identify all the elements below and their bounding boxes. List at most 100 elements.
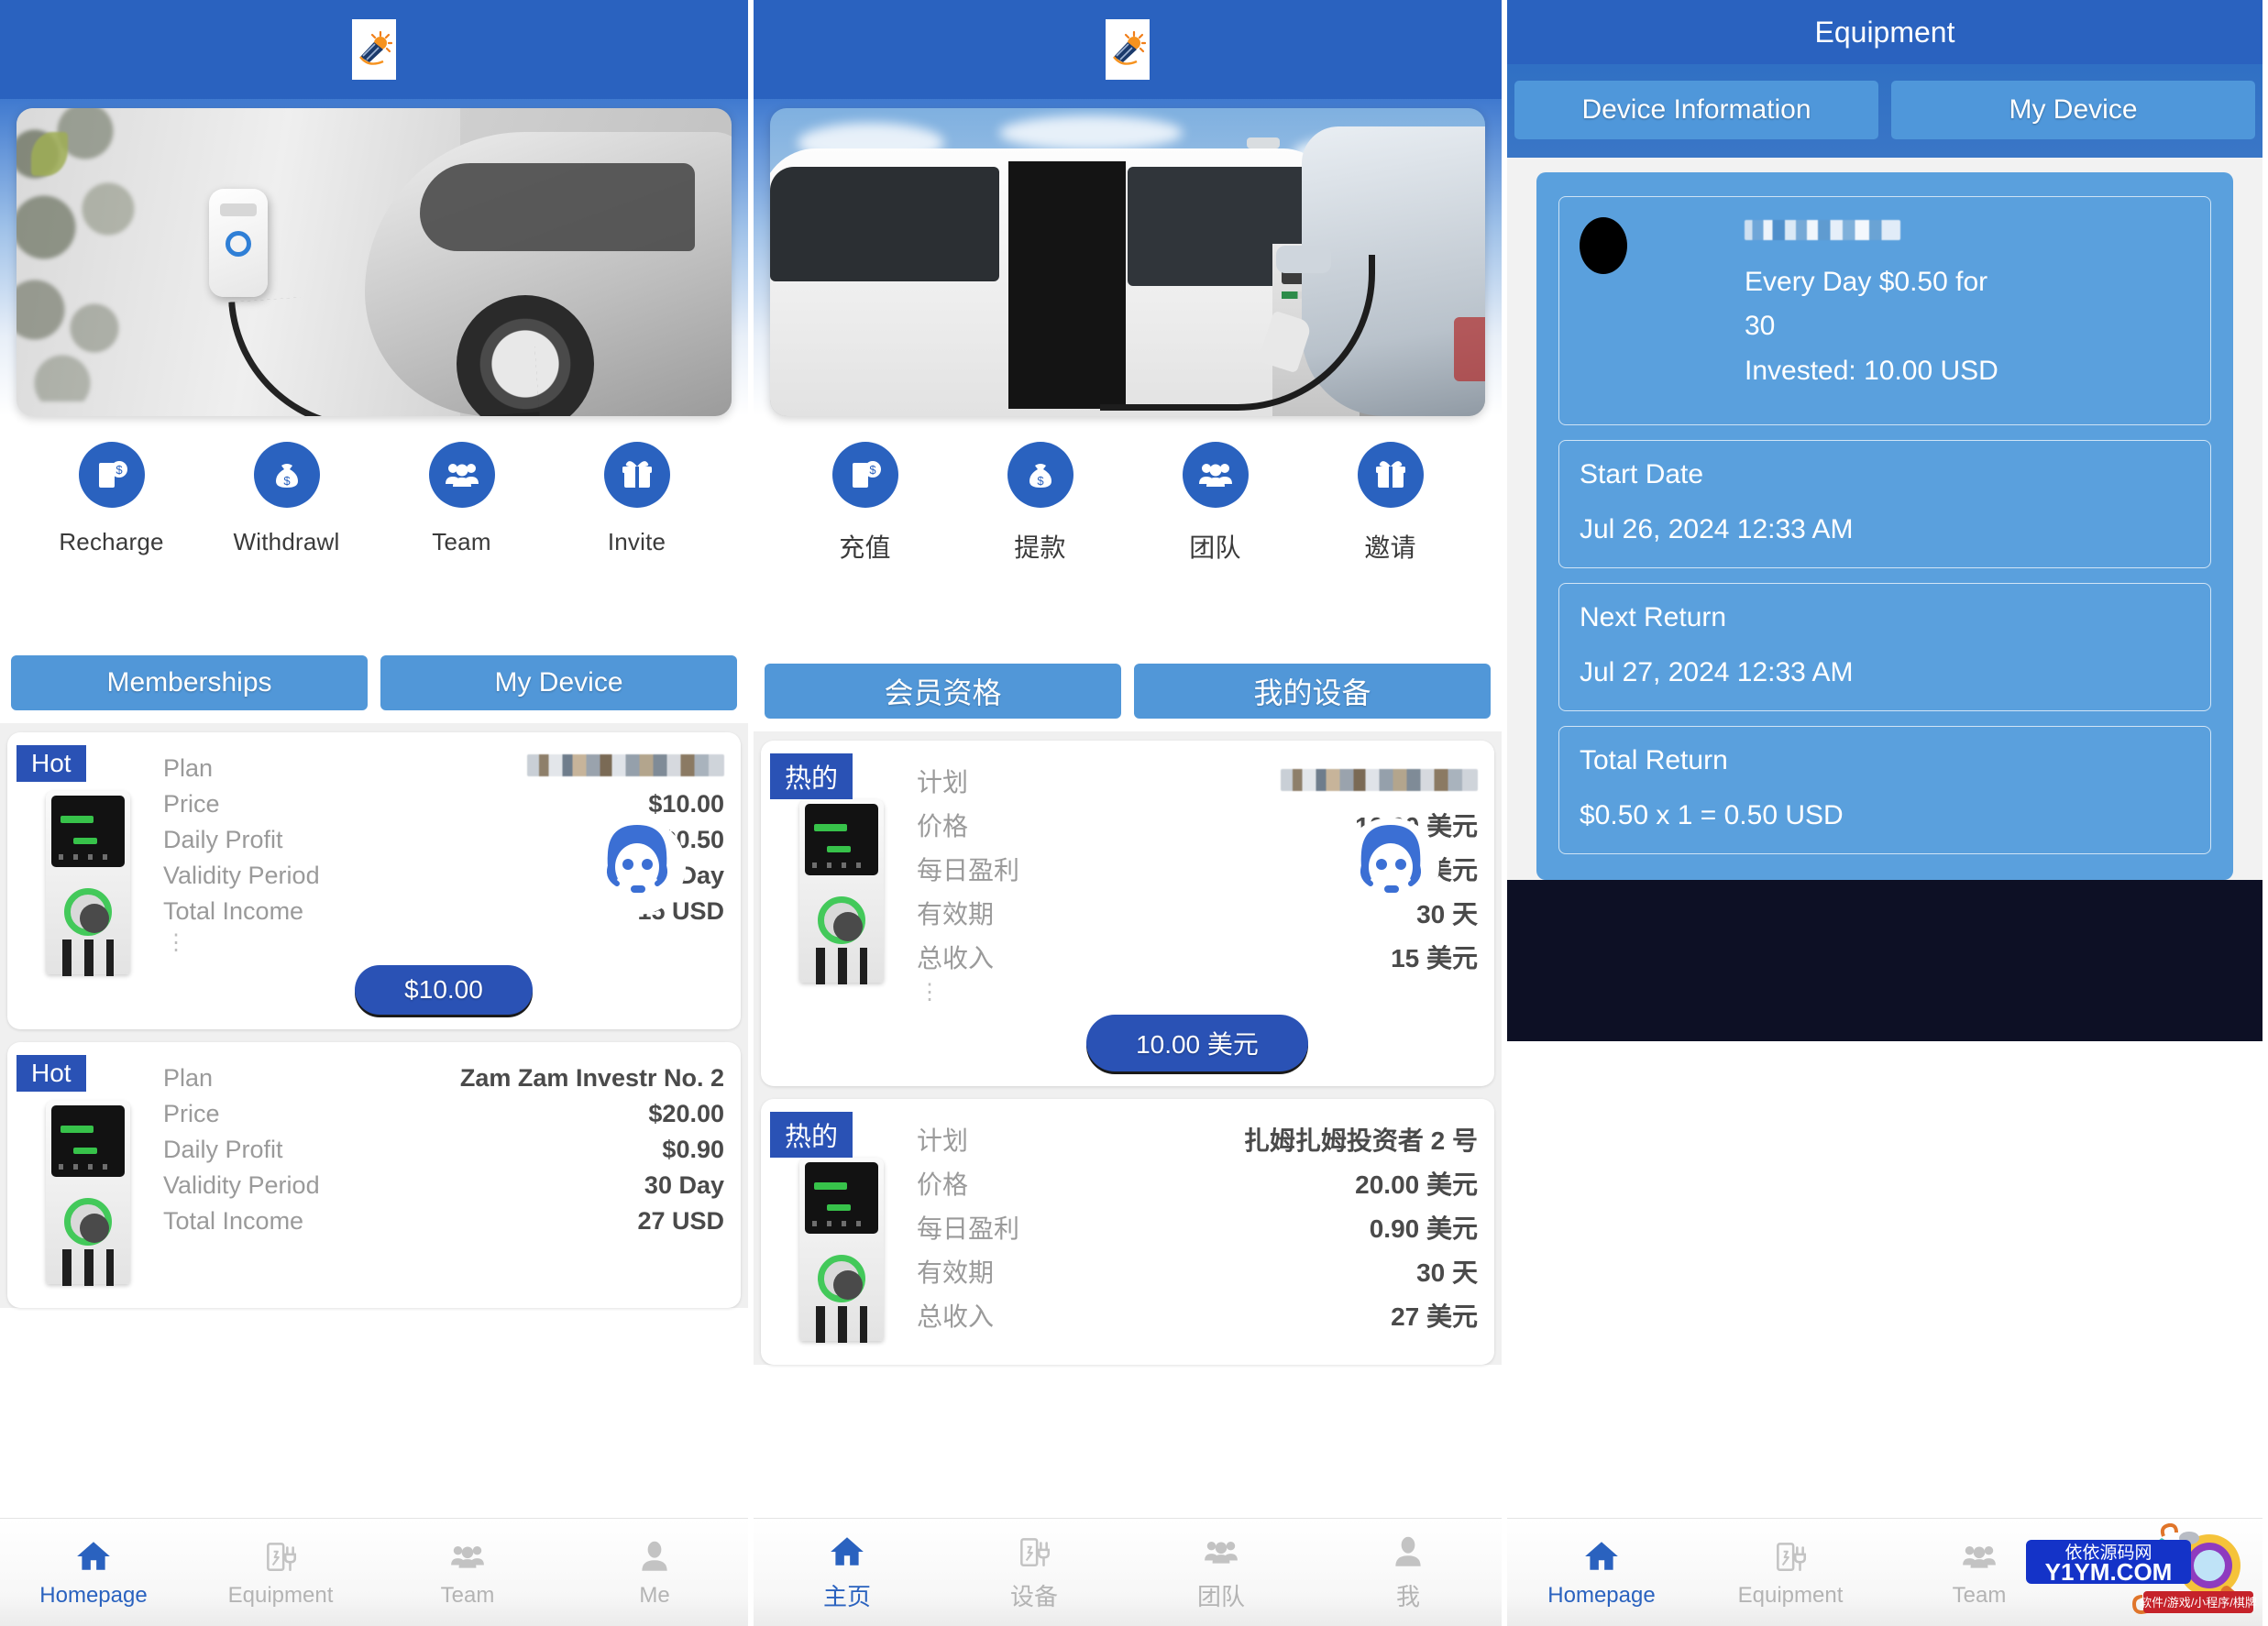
app-header-cn [754, 0, 1502, 99]
spacer-en [0, 564, 748, 644]
bottom-nav-homepage[interactable]: Homepage [0, 1519, 187, 1626]
row-label: Plan [163, 1064, 213, 1093]
plan-row-ellipsis: ⋮ [917, 979, 1478, 1005]
quick-action-withdrawl[interactable]: $ 提款 [977, 442, 1104, 565]
quick-action-recharge[interactable]: $ Recharge [49, 442, 175, 556]
plan-card-list-en: Hot Plan Price [0, 723, 748, 1308]
team-icon [1202, 1533, 1240, 1571]
row-value: 30 天 [1416, 1253, 1478, 1290]
bottom-nav-team[interactable]: 团队 [1128, 1519, 1315, 1626]
spacer-cn [754, 572, 1502, 653]
plan-row-total-income: Total Income 27 USD [163, 1203, 724, 1239]
quick-action-label: 提款 [1014, 528, 1065, 565]
plan-card[interactable]: Hot Plan Zam Zam Investr No. 2 [7, 1042, 741, 1308]
row-label: 计划 [917, 763, 968, 799]
three-panel-screenshot: $ Recharge $ Withdrawl Team Inv [0, 0, 2268, 1626]
quick-action-team[interactable]: Team [399, 442, 525, 556]
buy-button[interactable]: $10.00 [355, 965, 533, 1015]
device-daily-line: Every Day $0.50 for [1745, 260, 2190, 305]
person-icon [1389, 1533, 1427, 1571]
banner-charging-station[interactable] [770, 108, 1485, 416]
nav-label: Equipment [228, 1583, 334, 1609]
svg-text:$: $ [1037, 474, 1044, 488]
people-group-icon [429, 442, 495, 508]
row-label: 价格 [917, 1165, 968, 1202]
row-value: 15 美元 [1391, 939, 1478, 975]
info-box-start-date: Start Date Jul 26, 2024 12:33 AM [1558, 440, 2211, 568]
charger-icon [1771, 1537, 1810, 1576]
ev-charger-thumbnail [26, 1101, 163, 1293]
buy-button[interactable]: 10.00 美元 [1086, 1015, 1308, 1071]
quick-action-label: Withdrawl [234, 528, 340, 556]
home-icon [74, 1537, 113, 1576]
quick-action-withdrawl[interactable]: $ Withdrawl [224, 442, 350, 556]
banner-ev-wall-charger[interactable] [17, 108, 732, 416]
plan-row-name: 计划 扎姆扎姆投资者 2 号 [917, 1117, 1478, 1161]
panel-homepage-english: $ Recharge $ Withdrawl Team Inv [0, 0, 754, 1626]
bottom-nav-equipment[interactable]: 设备 [941, 1519, 1128, 1626]
nav-label: Team [1953, 1583, 2007, 1609]
bottom-nav-homepage[interactable]: Homepage [1507, 1519, 1696, 1626]
quick-action-invite[interactable]: Invite [574, 442, 700, 556]
tab-memberships[interactable]: Memberships [11, 655, 368, 710]
row-value: 0.90 美元 [1370, 1209, 1478, 1246]
home-icon [1582, 1537, 1621, 1576]
plan-row-daily-profit: 每日盈利 0.90 美元 [917, 1205, 1478, 1249]
tab-my-device[interactable]: 我的设备 [1134, 664, 1491, 719]
money-bag-icon: $ [254, 442, 320, 508]
quick-action-label: Invite [608, 528, 666, 556]
solar-panel-sun-logo-icon [356, 31, 392, 68]
row-value: $20.00 [648, 1100, 724, 1128]
ev-charger-thumbnail [779, 799, 917, 992]
ev-charger-thumbnail [779, 1158, 917, 1350]
svg-text:$: $ [869, 463, 876, 477]
quick-actions-en: $ Recharge $ Withdrawl Team Inv [0, 416, 748, 564]
banner-wrap-cn [754, 99, 1502, 416]
quick-action-label: 团队 [1189, 528, 1240, 565]
bottom-nav-me[interactable]: Me [561, 1519, 748, 1626]
nav-label: 设备 [1010, 1578, 1058, 1612]
customer-service-avatar-icon [1340, 816, 1441, 917]
info-box-next-return: Next Return Jul 27, 2024 12:33 AM [1558, 583, 2211, 711]
tab-device-information[interactable]: Device Information [1514, 81, 1878, 139]
bottom-nav-homepage[interactable]: 主页 [754, 1519, 941, 1626]
bottom-nav-equipment[interactable]: Equipment [187, 1519, 374, 1626]
svg-text:$: $ [283, 474, 291, 488]
tab-my-device[interactable]: My Device [1891, 81, 2255, 139]
bottom-nav-me[interactable]: 我 [1315, 1519, 1502, 1626]
device-thumbnail-icon [1580, 217, 1627, 274]
row-label: Total Income [163, 897, 303, 926]
row-value: 扎姆扎姆投资者 2 号 [1244, 1121, 1478, 1158]
quick-action-label: 邀请 [1364, 528, 1415, 565]
tab-memberships[interactable]: 会员资格 [765, 664, 1121, 719]
nav-label: Equipment [1738, 1583, 1844, 1609]
nav-label: Homepage [1547, 1583, 1655, 1609]
tab-my-device[interactable]: My Device [380, 655, 737, 710]
plan-card[interactable]: 热的 计划 扎姆扎姆投资者 2 号 价格 [761, 1099, 1494, 1365]
gift-box-icon [1358, 442, 1424, 508]
nav-label: Me [639, 1583, 669, 1609]
hot-badge: Hot [17, 745, 86, 782]
info-key: Total Return [1580, 745, 2190, 776]
customer-service-avatar[interactable] [587, 816, 688, 917]
plan-row-name: Plan Zam Zam Investr No. 2 [163, 1060, 724, 1096]
row-label: 总收入 [917, 939, 994, 975]
row-label: Plan [163, 754, 213, 783]
customer-service-avatar[interactable] [1340, 816, 1441, 917]
quick-action-team[interactable]: 团队 [1152, 442, 1279, 565]
bottom-nav-equipment[interactable]: Equipment [1696, 1519, 1885, 1626]
plan-row-validity: 有效期 30 天 [917, 1249, 1478, 1293]
quick-action-invite[interactable]: 邀请 [1327, 442, 1454, 565]
quick-action-recharge[interactable]: $ 充值 [802, 442, 929, 565]
info-value: Jul 27, 2024 12:33 AM [1580, 657, 2190, 688]
customer-service-avatar-icon [587, 816, 688, 917]
device-summary-text: Every Day $0.50 for 30 Invested: 10.00 U… [1745, 215, 2190, 393]
bottom-nav-team[interactable]: Team [374, 1519, 561, 1626]
row-label: 计划 [917, 1121, 968, 1158]
money-bag-icon: $ [1007, 442, 1073, 508]
bottom-nav-en: Homepage Equipment Team Me [0, 1518, 748, 1626]
plan-row-total-income: 总收入 15 美元 [917, 935, 1478, 979]
row-label: Daily Profit [163, 1136, 283, 1164]
row-label: Price [163, 1100, 220, 1128]
svg-text:$: $ [116, 463, 123, 477]
